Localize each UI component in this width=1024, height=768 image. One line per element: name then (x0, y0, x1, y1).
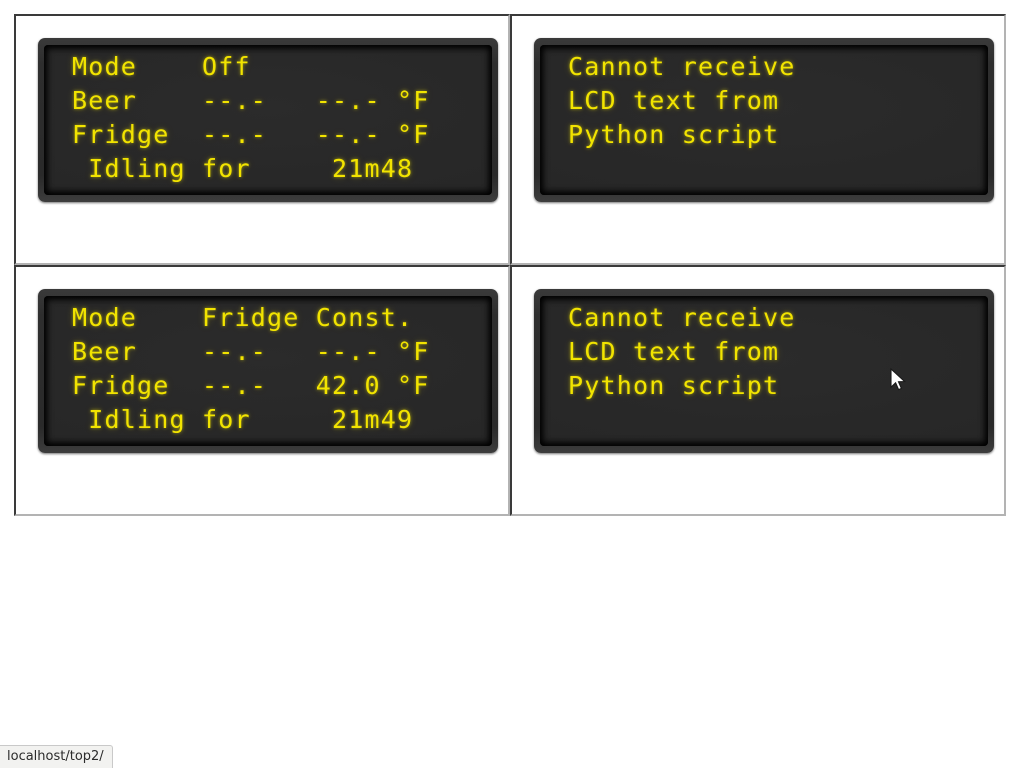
lcd-bezel: Mode Off Beer --.- --.- °F Fridge --.- -… (38, 38, 498, 202)
lcd-line-3: Python script (568, 371, 780, 400)
lcd-panel-grid: Mode Off Beer --.- --.- °F Fridge --.- -… (14, 14, 1006, 516)
lcd-bezel: Cannot receive LCD text from Python scri… (534, 38, 994, 202)
lcd-line-4 (540, 152, 988, 186)
lcd-screen: Mode Off Beer --.- --.- °F Fridge --.- -… (44, 45, 492, 195)
lcd-panel-top-right[interactable]: Cannot receive LCD text from Python scri… (510, 14, 1006, 265)
lcd-bezel: Cannot receive LCD text from Python scri… (534, 289, 994, 453)
lcd-line-3: Fridge --.- 42.0 °F (72, 371, 430, 400)
lcd-screen: Cannot receive LCD text from Python scri… (540, 45, 988, 195)
lcd-screen: Mode Fridge Const. Beer --.- --.- °F Fri… (44, 296, 492, 446)
lcd-line-1: Cannot receive (568, 52, 796, 81)
lcd-line-2: LCD text from (568, 86, 780, 115)
lcd-line-1: Cannot receive (568, 303, 796, 332)
lcd-line-3: Python script (568, 120, 780, 149)
lcd-panel-top-left[interactable]: Mode Off Beer --.- --.- °F Fridge --.- -… (14, 14, 510, 265)
lcd-line-4: Idling for 21m49 (72, 405, 414, 434)
lcd-line-2: LCD text from (568, 337, 780, 366)
status-bar-url: localhost/top2/ (0, 745, 113, 768)
lcd-line-1: Mode Off (72, 52, 251, 81)
lcd-line-2: Beer --.- --.- °F (72, 337, 430, 366)
lcd-line-3: Fridge --.- --.- °F (72, 120, 430, 149)
lcd-screen: Cannot receive LCD text from Python scri… (540, 296, 988, 446)
lcd-line-1: Mode Fridge Const. (72, 303, 414, 332)
lcd-line-4: Idling for 21m48 (72, 154, 414, 183)
lcd-line-2: Beer --.- --.- °F (72, 86, 430, 115)
lcd-panel-bottom-right[interactable]: Cannot receive LCD text from Python scri… (510, 265, 1006, 516)
lcd-panel-bottom-left[interactable]: Mode Fridge Const. Beer --.- --.- °F Fri… (14, 265, 510, 516)
browser-viewport: Mode Off Beer --.- --.- °F Fridge --.- -… (0, 0, 1024, 768)
lcd-line-4 (540, 403, 988, 437)
lcd-bezel: Mode Fridge Const. Beer --.- --.- °F Fri… (38, 289, 498, 453)
